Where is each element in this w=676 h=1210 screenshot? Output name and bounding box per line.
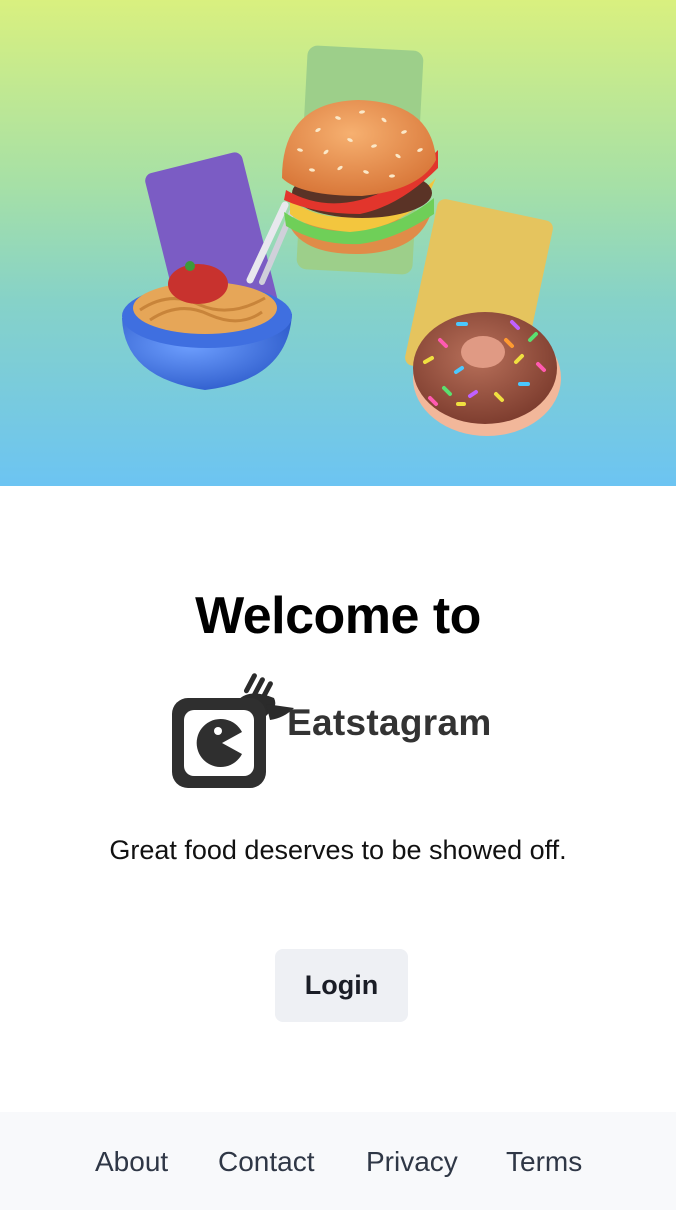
brand-name: Eatstagram (287, 702, 492, 743)
donut-icon (413, 312, 561, 436)
welcome-section: Welcome to Eatstagram Great food deserve… (0, 486, 676, 1112)
food-illustration (122, 45, 561, 436)
burger-icon (282, 100, 438, 255)
footer-link-about[interactable]: About (95, 1146, 168, 1178)
camera-fork-logo-icon (172, 673, 294, 788)
eatstagram-logo: Eatstagram (170, 670, 520, 790)
footer: About Contact Privacy Terms (0, 1112, 676, 1210)
footer-link-privacy[interactable]: Privacy (366, 1146, 458, 1178)
tagline: Great food deserves to be showed off. (109, 835, 567, 865)
welcome-heading: Welcome to (195, 587, 481, 645)
login-button[interactable]: Login (275, 949, 408, 1022)
footer-link-terms[interactable]: Terms (506, 1146, 582, 1178)
footer-link-contact[interactable]: Contact (218, 1146, 315, 1178)
hero-banner (0, 0, 676, 486)
